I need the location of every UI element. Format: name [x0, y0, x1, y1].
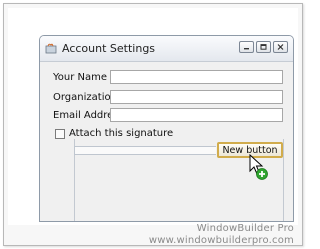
your-name-field[interactable] — [110, 70, 283, 84]
close-button[interactable] — [273, 41, 288, 53]
designer-canvas: Account Settings Your Name Organization … — [8, 8, 298, 225]
maximize-button[interactable] — [256, 41, 271, 53]
title-bar[interactable]: Account Settings — [40, 36, 293, 62]
page-frame: Account Settings Your Name Organization … — [3, 3, 303, 246]
close-icon — [277, 44, 284, 50]
attach-signature-row: Attach this signature — [55, 128, 173, 139]
drop-target-guide — [74, 146, 216, 155]
attach-signature-checkbox[interactable] — [55, 128, 65, 139]
add-plus-icon — [256, 168, 268, 180]
your-name-label: Your Name — [53, 72, 108, 83]
watermark-product: WindowBuilder Pro — [196, 223, 294, 234]
layout-guide-right — [283, 139, 284, 221]
minimize-button[interactable] — [239, 41, 254, 53]
attach-signature-label: Attach this signature — [69, 128, 174, 139]
java-app-icon — [45, 43, 57, 54]
minimize-icon — [244, 48, 249, 50]
caption-buttons — [239, 41, 288, 53]
watermark-url: www.windowbuilderpro.com — [148, 235, 294, 246]
maximize-icon — [260, 44, 267, 50]
email-address-field[interactable] — [110, 108, 283, 122]
account-settings-window: Account Settings Your Name Organization … — [39, 35, 294, 222]
organization-field[interactable] — [110, 90, 283, 104]
organization-label: Organization — [53, 92, 117, 103]
window-title: Account Settings — [62, 42, 156, 55]
